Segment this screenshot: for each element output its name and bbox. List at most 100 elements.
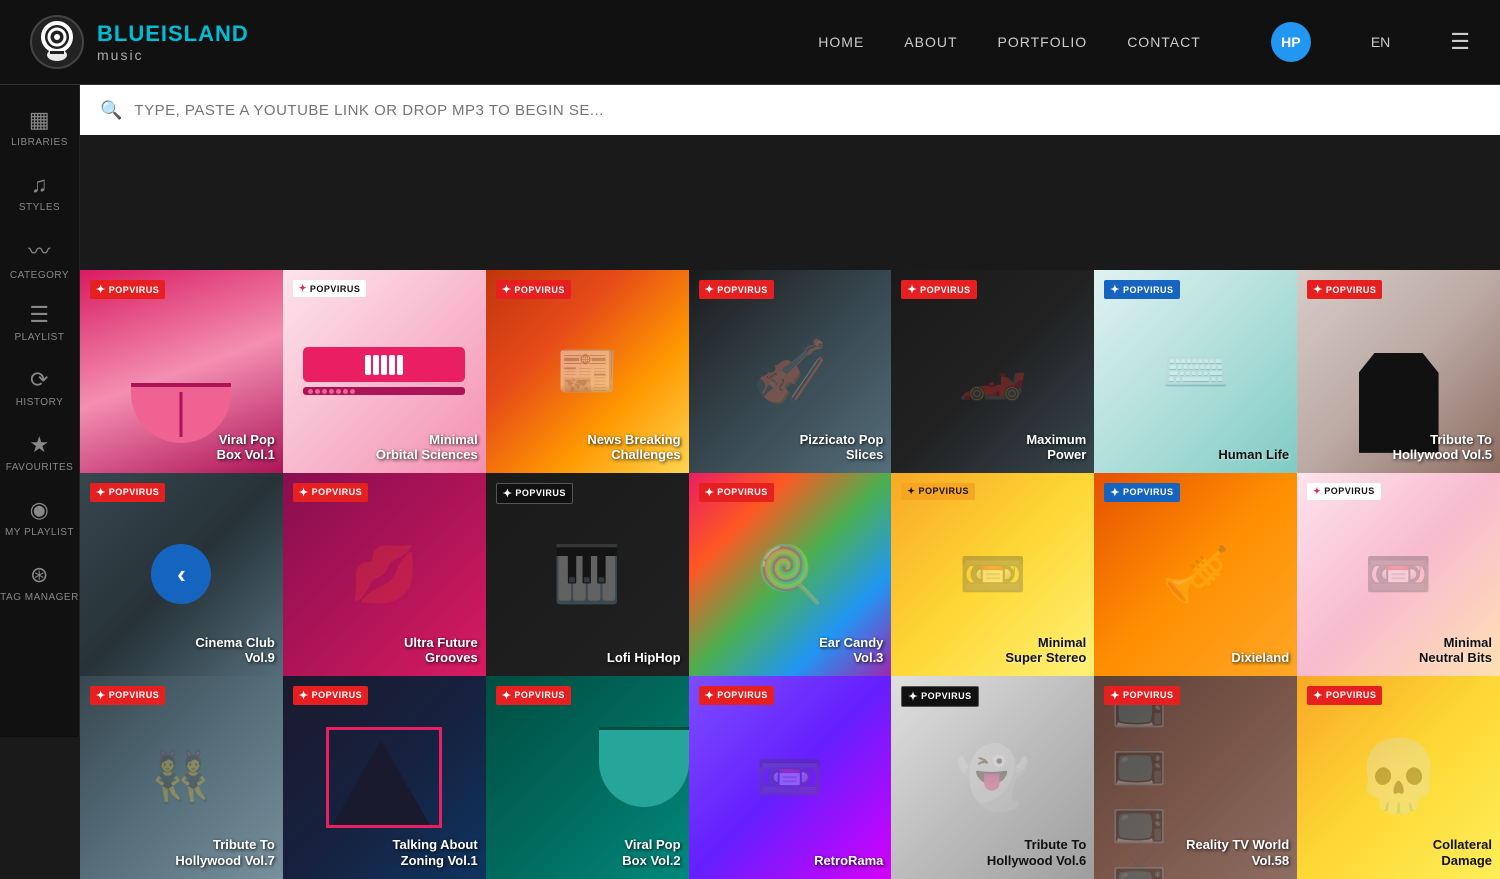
title-20: Reality TV WorldVol.58 [1186, 837, 1289, 868]
badge-10: ✦ POPVIRUS [496, 483, 573, 504]
badge-17: ✦ POPVIRUS [496, 686, 571, 705]
badge-4: ✦ POPVIRUS [699, 280, 774, 299]
grid-item-8[interactable]: 🎵 🎵 ✦ POPVIRUS ‹ Cinema ClubVol.9 [80, 473, 283, 676]
nav-about[interactable]: ABOUT [904, 34, 957, 50]
title-6: Human Life [1218, 447, 1289, 463]
grid-container: ✦ POPVIRUS Viral PopBox Vol.1 [80, 270, 1500, 879]
grid-item-16[interactable]: ✦ POPVIRUS Talking AboutZoning Vol.1 [283, 676, 486, 879]
title-11: Ear CandyVol.3 [819, 635, 883, 666]
search-input[interactable] [134, 102, 1480, 119]
grid-item-20[interactable]: 📺📺📺📺 ✦ POPVIRUS Reality TV WorldVol.58 [1094, 676, 1297, 879]
grid-item-13[interactable]: 🎺 ✦ POPVIRUS Dixieland [1094, 473, 1297, 676]
grid-item-1[interactable]: ✦ POPVIRUS Viral PopBox Vol.1 [80, 270, 283, 473]
grid-item-2[interactable]: ✦ POPVIRUS MinimalOrbital Sciences [283, 270, 486, 473]
sidebar-label-my-playlist: MY PLAYLIST [5, 527, 74, 538]
title-16: Talking AboutZoning Vol.1 [392, 837, 477, 868]
sidebar-label-playlist: PLAYLIST [15, 332, 65, 343]
title-19: Tribute ToHollywood Vol.6 [987, 837, 1086, 868]
category-icon: 〰 [28, 234, 51, 266]
sidebar-item-libraries[interactable]: ▦ LIBRARIES [0, 95, 80, 160]
badge-7: ✦ POPVIRUS [1307, 280, 1382, 299]
sidebar-item-playlist[interactable]: ☰ PLAYLIST [0, 290, 80, 355]
grid-item-3[interactable]: 📰 ✦ POPVIRUS News BreakingChallenges [486, 270, 689, 473]
title-13: Dixieland [1231, 650, 1289, 666]
grid-item-12[interactable]: 📼 ✦ POPVIRUS MinimalSuper Stereo [891, 473, 1094, 676]
grid-item-7[interactable]: ✦ POPVIRUS Tribute ToHollywood Vol.5 [1297, 270, 1500, 473]
sidebar-label-favourites: FAVOURITES [6, 462, 74, 473]
brand-name: BLUEISLAND [97, 21, 249, 47]
main-area: ✦ POPVIRUS Viral PopBox Vol.1 [80, 270, 1500, 879]
grid-item-18[interactable]: 📼 ✦ POPVIRUS RetroRama [689, 676, 892, 879]
sidebar-label-history: HISTORY [16, 397, 64, 408]
title-18: RetroRama [814, 853, 883, 869]
sidebar-item-my-playlist[interactable]: ◉ MY PLAYLIST [0, 485, 80, 550]
title-9: Ultra FutureGrooves [404, 635, 478, 666]
sidebar-label-category: CATEGORY [10, 270, 69, 281]
badge-2: ✦ POPVIRUS [293, 280, 367, 297]
badge-8: ✦ POPVIRUS [90, 483, 165, 502]
badge-13: ✦ POPVIRUS [1104, 483, 1179, 502]
grid-item-6[interactable]: ⌨️ ✦ POPVIRUS Human Life [1094, 270, 1297, 473]
badge-11: ✦ POPVIRUS [699, 483, 774, 502]
tag-manager-icon: ⊛ [30, 562, 49, 588]
badge-18: ✦ POPVIRUS [699, 686, 774, 705]
grid-item-19[interactable]: 👻 ✦ POPVIRUS Tribute ToHollywood Vol.6 [891, 676, 1094, 879]
nav-portfolio[interactable]: PORTFOLIO [998, 34, 1088, 50]
hamburger-menu[interactable]: ☰ [1450, 29, 1470, 55]
grid-item-9[interactable]: 💋 ✦ POPVIRUS Ultra FutureGrooves [283, 473, 486, 676]
styles-icon: ♫ [31, 172, 48, 198]
grid-item-11[interactable]: 🍭 ✦ POPVIRUS Ear CandyVol.3 [689, 473, 892, 676]
logo-area: BLUEISLAND music [30, 15, 249, 70]
language-selector[interactable]: EN [1371, 34, 1390, 50]
libraries-icon: ▦ [29, 107, 50, 133]
favourites-icon: ★ [29, 432, 49, 458]
sidebar-label-styles: STYLES [19, 202, 60, 213]
badge-16: ✦ POPVIRUS [293, 686, 368, 705]
title-15: Tribute ToHollywood Vol.7 [175, 837, 274, 868]
sidebar-item-favourites[interactable]: ★ FAVOURITES [0, 420, 80, 485]
nav-links: HOME ABOUT PORTFOLIO CONTACT HP EN ☰ [818, 22, 1470, 62]
grid-item-14[interactable]: 📼 ✦ POPVIRUS MinimalNeutral Bits [1297, 473, 1500, 676]
nav-home[interactable]: HOME [818, 34, 864, 50]
top-nav: BLUEISLAND music HOME ABOUT PORTFOLIO CO… [0, 0, 1500, 85]
grid-item-17[interactable]: ✦ POPVIRUS Viral PopBox Vol.2 [486, 676, 689, 879]
title-14: MinimalNeutral Bits [1419, 635, 1492, 666]
badge-21: ✦ POPVIRUS [1307, 686, 1382, 705]
sidebar-item-styles[interactable]: ♫ STYLES [0, 160, 80, 225]
title-5: MaximumPower [1026, 432, 1086, 463]
badge-9: ✦ POPVIRUS [293, 483, 368, 502]
title-4: Pizzicato PopSlices [800, 432, 884, 463]
nav-contact[interactable]: CONTACT [1127, 34, 1201, 50]
grid-item-4[interactable]: 🎻 ✦ POPVIRUS Pizzicato PopSlices [689, 270, 892, 473]
playlist-icon: ☰ [29, 302, 49, 328]
badge-14: ✦ POPVIRUS [1307, 483, 1381, 500]
title-2: MinimalOrbital Sciences [376, 432, 478, 463]
sidebar-item-category[interactable]: 〰 CATEGORY [0, 225, 80, 290]
grid-item-21[interactable]: 💀 ✦ POPVIRUS CollateralDamage [1297, 676, 1500, 879]
title-12: MinimalSuper Stereo [1005, 635, 1086, 666]
title-8: Cinema ClubVol.9 [195, 635, 274, 666]
grid-item-5[interactable]: 🏎️ ✦ POPVIRUS MaximumPower [891, 270, 1094, 473]
title-10: Lofi HipHop [607, 650, 681, 666]
search-bar: 🔍 [80, 85, 1500, 135]
my-playlist-icon: ◉ [30, 497, 50, 523]
badge-15: ✦ POPVIRUS [90, 686, 165, 705]
title-17: Viral PopBox Vol.2 [622, 837, 680, 868]
badge-19: ✦ POPVIRUS [901, 686, 978, 707]
grid-item-15[interactable]: 👯 ✦ POPVIRUS Tribute ToHollywood Vol.7 [80, 676, 283, 879]
title-21: CollateralDamage [1433, 837, 1492, 868]
title-7: Tribute ToHollywood Vol.5 [1393, 432, 1492, 463]
back-button[interactable]: ‹ [151, 544, 211, 604]
badge-1: ✦ POPVIRUS [90, 280, 165, 299]
sidebar-item-history[interactable]: ⟳ HISTORY [0, 355, 80, 420]
brand-sub: music [97, 47, 249, 63]
search-icon: 🔍 [100, 100, 122, 121]
user-avatar[interactable]: HP [1271, 22, 1311, 62]
grid-item-10[interactable]: 🎹 ✦ POPVIRUS Lofi HipHop [486, 473, 689, 676]
badge-20: ✦ POPVIRUS [1104, 686, 1179, 705]
logo-text: BLUEISLAND music [97, 21, 249, 63]
badge-12: ✦ POPVIRUS [901, 483, 975, 500]
history-icon: ⟳ [30, 367, 49, 393]
sidebar-item-tag-manager[interactable]: ⊛ TAG MANAGER [0, 550, 80, 615]
sidebar-label-tag-manager: TAG MANAGER [0, 592, 79, 603]
